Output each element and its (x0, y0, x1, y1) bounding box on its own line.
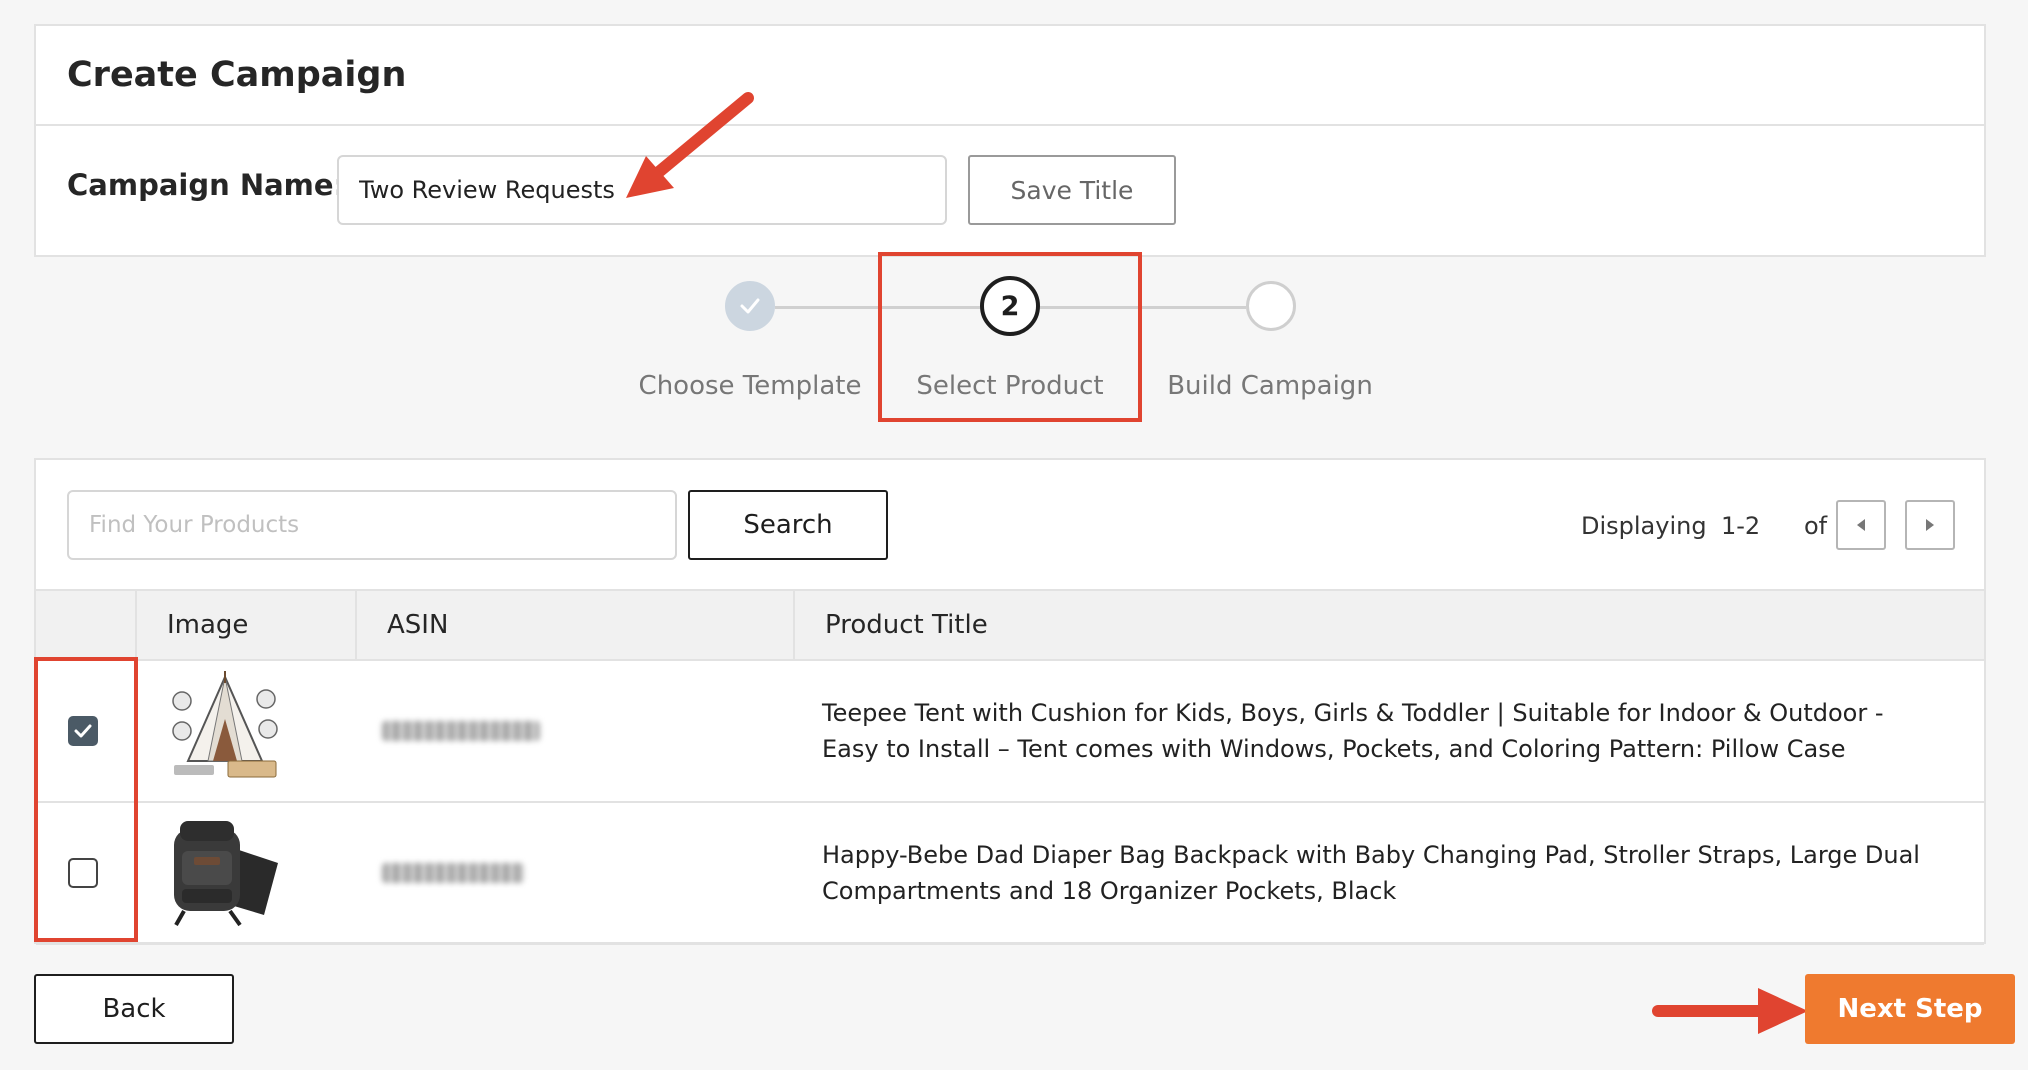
next-step-arrow-icon (1652, 988, 1808, 1034)
product-title-cell: Teepee Tent with Cushion for Kids, Boys,… (794, 660, 1984, 803)
asin-cell (356, 660, 794, 803)
product-selection-card: Search Displaying 1-2 of 2 Image ASIN Pr… (34, 458, 1986, 945)
next-page-button[interactable] (1905, 500, 1955, 550)
column-header-asin: ASIN (356, 589, 795, 661)
product-search-input[interactable] (67, 490, 677, 560)
column-header-image: Image (136, 589, 357, 661)
asin-cell (356, 802, 794, 945)
column-header-select (36, 589, 137, 661)
previous-page-button[interactable] (1836, 500, 1886, 550)
diaper-backpack-product-image (166, 811, 284, 929)
campaign-name-row: Campaign Name: Save Title (36, 126, 1984, 257)
select-product-annotation-box (878, 252, 1142, 422)
product-title-cell: Happy-Bebe Dad Diaper Bag Backpack with … (794, 802, 1984, 945)
step-build-campaign-circle[interactable] (1246, 281, 1296, 331)
products-table: Image ASIN Product Title Teepee Tent wit… (36, 589, 1984, 945)
checkbox-annotation-box (34, 657, 138, 942)
column-header-product-title: Product Title (794, 589, 1984, 661)
image-cell (136, 660, 356, 803)
search-button[interactable]: Search (688, 490, 888, 560)
checkmark-icon (740, 298, 760, 314)
save-title-button[interactable]: Save Title (968, 155, 1176, 225)
campaign-name-label: Campaign Name: (67, 168, 346, 202)
campaign-name-arrow-icon (626, 92, 754, 198)
redacted-asin (382, 721, 540, 741)
card-title-row: Create Campaign (36, 26, 1984, 126)
image-cell (136, 802, 356, 945)
step-label-build-campaign: Build Campaign (1167, 371, 1373, 401)
redacted-asin (382, 863, 524, 883)
page-title: Create Campaign (67, 55, 407, 95)
step-choose-template-circle[interactable] (725, 281, 775, 331)
triangle-left-icon (1857, 519, 1865, 531)
paging-prefix: Displaying (1581, 512, 1707, 540)
table-row[interactable]: Teepee Tent with Cushion for Kids, Boys,… (36, 660, 1984, 803)
back-button[interactable]: Back (34, 974, 234, 1044)
campaign-header-card: Create Campaign Campaign Name: Save Titl… (34, 24, 1986, 257)
table-header-row: Image ASIN Product Title (36, 589, 1984, 661)
step-label-choose-template: Choose Template (638, 371, 862, 401)
next-step-button[interactable]: Next Step (1805, 974, 2015, 1044)
table-row[interactable]: Happy-Bebe Dad Diaper Bag Backpack with … (36, 802, 1984, 945)
paging-range: 1-2 (1721, 512, 1761, 540)
teepee-tent-product-image (166, 669, 284, 787)
triangle-right-icon (1926, 519, 1934, 531)
